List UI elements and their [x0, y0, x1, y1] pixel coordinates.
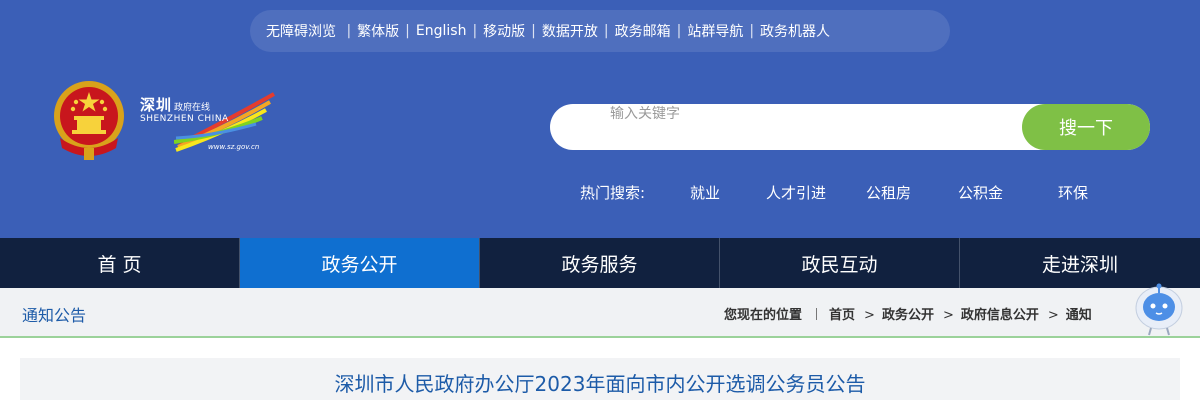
traditional-chinese-link[interactable]: 繁体版	[357, 21, 399, 41]
site-logo[interactable]: 深圳 政府在线 SHENZHEN CHINA www.sz.gov.cn	[136, 92, 278, 156]
main-nav: 首 页 政务公开 政务服务 政民互动 走进深圳	[0, 238, 1200, 288]
divider	[816, 308, 818, 320]
search-box: 搜一下	[550, 104, 1150, 150]
nav-item-gov-affairs-open[interactable]: 政务公开	[240, 238, 480, 288]
chevron-right-icon: >	[864, 308, 875, 323]
site-group-nav-link[interactable]: 站群导航	[687, 21, 743, 41]
breadcrumb-notices[interactable]: 通知	[1066, 308, 1092, 323]
logo-url: www.sz.gov.cn	[208, 143, 260, 151]
hot-search-item-talent[interactable]: 人才引进	[766, 182, 826, 203]
english-link[interactable]: English	[416, 23, 467, 39]
logo-name-en: SHENZHEN CHINA	[140, 114, 229, 124]
hot-search-item-public-housing[interactable]: 公租房	[866, 182, 911, 203]
nav-item-interaction[interactable]: 政民互动	[720, 238, 960, 288]
utility-links-bar: 无障碍浏览 | 繁体版 | English | 移动版 | 数据开放 | 政务邮…	[250, 10, 950, 52]
chevron-right-icon: >	[942, 308, 954, 323]
nav-item-about-shenzhen[interactable]: 走进深圳	[960, 238, 1200, 288]
accessibility-link[interactable]: 无障碍浏览	[266, 21, 336, 41]
gov-mail-link[interactable]: 政务邮箱	[615, 21, 671, 41]
hot-search-label: 热门搜索:	[580, 184, 646, 202]
chat-robot-icon[interactable]	[1134, 282, 1184, 336]
site-header: 无障碍浏览 | 繁体版 | English | 移动版 | 数据开放 | 政务邮…	[0, 0, 1200, 238]
breadcrumb: 您现在的位置 首页 > 政务公开 > 政府信息公开 > 通知	[724, 304, 1092, 323]
article-title: 深圳市人民政府办公厅2023年面向市内公开选调公务员公告	[334, 372, 866, 396]
breadcrumb-bar: 通知公告 您现在的位置 首页 > 政务公开 > 政府信息公开 > 通知	[0, 288, 1200, 338]
logo-name-text: 深圳	[140, 96, 173, 114]
mobile-version-link[interactable]: 移动版	[483, 21, 525, 41]
national-emblem-icon	[50, 78, 128, 162]
separator: |	[342, 23, 352, 39]
separator: |	[676, 23, 682, 39]
separator: |	[749, 23, 755, 39]
search-input[interactable]	[610, 104, 1010, 124]
breadcrumb-gov-affairs[interactable]: 政务公开	[882, 308, 934, 323]
search-button[interactable]: 搜一下	[1022, 104, 1150, 150]
nav-item-home[interactable]: 首 页	[0, 238, 240, 288]
article-title-box: 深圳市人民政府办公厅2023年面向市内公开选调公务员公告	[20, 358, 1180, 400]
logo-tagline: 政府在线	[174, 103, 211, 113]
separator: |	[531, 23, 536, 39]
breadcrumb-home[interactable]: 首页	[829, 308, 855, 323]
hot-search-item-housing-fund[interactable]: 公积金	[958, 182, 1003, 203]
breadcrumb-info-disclosure[interactable]: 政府信息公开	[961, 308, 1039, 323]
separator: |	[405, 23, 410, 39]
section-title: 通知公告	[22, 306, 87, 325]
chevron-right-icon: >	[1047, 308, 1059, 323]
separator: |	[603, 23, 609, 39]
breadcrumb-location-label: 您现在的位置	[724, 308, 803, 323]
open-data-link[interactable]: 数据开放	[542, 21, 598, 41]
nav-item-gov-services[interactable]: 政务服务	[480, 238, 720, 288]
hot-search-item-environment[interactable]: 环保	[1058, 182, 1088, 203]
separator: |	[472, 23, 478, 39]
hot-search-item-employment[interactable]: 就业	[690, 182, 720, 203]
logo-name-cn: 深圳 政府在线	[140, 94, 210, 115]
gov-robot-link[interactable]: 政务机器人	[760, 21, 830, 41]
